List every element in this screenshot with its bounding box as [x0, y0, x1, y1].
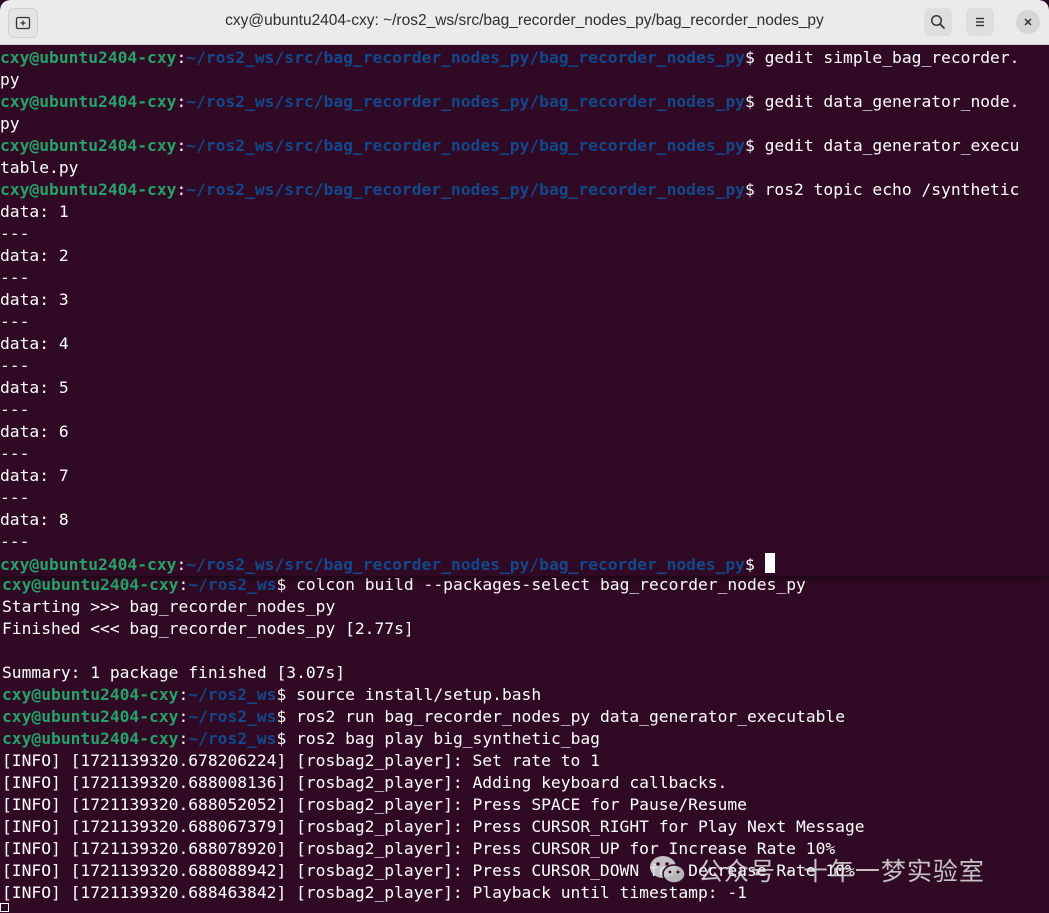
window-title: cxy@ubuntu2404-cxy: ~/ros2_ws/src/bag_re… [225, 12, 824, 29]
watermark-text: 公众号 · 十年一梦实验室 [698, 857, 985, 886]
prompt-path: ~/ros2_ws/src/bag_recorder_nodes_py/bag_… [186, 180, 745, 199]
prompt-line: cxy@ubuntu2404-cxy:~/ros2_ws/src/bag_rec… [0, 91, 1049, 113]
prompt-separator: : [178, 707, 189, 726]
output-line: [INFO] [1721139320.688052052] [rosbag2_p… [2, 795, 747, 814]
prompt-path: ~/ros2_ws [188, 575, 277, 594]
command-text: $ source install/setup.bash [276, 685, 542, 704]
prompt-user: cxy@ubuntu2404-cxy [0, 180, 177, 199]
prompt-separator: : [178, 575, 189, 594]
output-line: data: 4 [0, 334, 69, 353]
output-line: data: 7 [0, 466, 69, 485]
prompt-path: ~/ros2_ws [188, 707, 277, 726]
output-line: [INFO] [1721139320.678206224] [rosbag2_p… [2, 751, 600, 770]
scroll-indicator [0, 903, 9, 912]
watermark: 公众号 · 十年一梦实验室 [648, 850, 985, 890]
output-line: [INFO] [1721139320.688008136] [rosbag2_p… [2, 773, 728, 792]
prompt-user: cxy@ubuntu2404-cxy [0, 555, 177, 574]
output-line: Finished <<< bag_recorder_nodes_py [2.77… [2, 619, 414, 638]
output-line: --- [0, 444, 30, 463]
prompt-line: cxy@ubuntu2404-cxy:~/ros2_ws$ colcon bui… [2, 574, 1049, 596]
output-line: data: 6 [0, 422, 69, 441]
prompt-user: cxy@ubuntu2404-cxy [2, 685, 179, 704]
output-line: data: 1 [0, 202, 69, 221]
search-button[interactable] [924, 8, 952, 36]
prompt-separator: : [176, 48, 187, 67]
prompt-separator: : [178, 729, 189, 748]
output-line: --- [0, 312, 30, 331]
output-line: table.py [0, 158, 79, 177]
prompt-user: cxy@ubuntu2404-cxy [0, 92, 177, 111]
prompt-line: cxy@ubuntu2404-cxy:~/ros2_ws/src/bag_rec… [0, 553, 1049, 575]
prompt-user: cxy@ubuntu2404-cxy [0, 136, 177, 155]
prompt-user: cxy@ubuntu2404-cxy [2, 729, 179, 748]
wechat-icon [650, 856, 686, 884]
output-line: --- [0, 532, 30, 551]
prompt-line: cxy@ubuntu2404-cxy:~/ros2_ws/src/bag_rec… [0, 47, 1049, 69]
output-line: data: 2 [0, 246, 69, 265]
prompt-separator: : [176, 555, 187, 574]
command-text: $ gedit data_generator_node. [745, 92, 1020, 111]
prompt-user: cxy@ubuntu2404-cxy [0, 48, 177, 67]
prompt-separator: : [176, 92, 187, 111]
prompt-line: cxy@ubuntu2404-cxy:~/ros2_ws/src/bag_rec… [0, 135, 1049, 157]
titlebar[interactable]: cxy@ubuntu2404-cxy: ~/ros2_ws/src/bag_re… [0, 0, 1049, 45]
prompt-line: cxy@ubuntu2404-cxy:~/ros2_ws/src/bag_rec… [0, 179, 1049, 201]
output-line: Summary: 1 package finished [3.07s] [2, 663, 346, 682]
output-line: --- [0, 268, 30, 287]
output-line: Starting >>> bag_recorder_nodes_py [2, 597, 336, 616]
foreground-terminal-window[interactable]: cxy@ubuntu2404-cxy: ~/ros2_ws/src/bag_re… [0, 0, 1049, 576]
close-icon [1024, 18, 1032, 26]
output-line: data: 5 [0, 378, 69, 397]
desktop: cxy@ubuntu2404-cxy:~/ros2_ws$ colcon bui… [0, 0, 1049, 913]
output-line: py [0, 70, 20, 89]
output-line: [INFO] [1721139320.688067379] [rosbag2_p… [2, 817, 865, 836]
output-line: data: 3 [0, 290, 69, 309]
prompt-path: ~/ros2_ws/src/bag_recorder_nodes_py/bag_… [186, 136, 745, 155]
prompt-separator: : [178, 685, 189, 704]
prompt-path: ~/ros2_ws [188, 685, 277, 704]
prompt-path: ~/ros2_ws/src/bag_recorder_nodes_py/bag_… [186, 92, 745, 111]
prompt-path: ~/ros2_ws/src/bag_recorder_nodes_py/bag_… [186, 555, 745, 574]
prompt-user: cxy@ubuntu2404-cxy [2, 707, 179, 726]
output-line: --- [0, 224, 30, 243]
prompt-user: cxy@ubuntu2404-cxy [2, 575, 179, 594]
command-text: $ ros2 run bag_recorder_nodes_py data_ge… [276, 707, 846, 726]
command-text: $ gedit data_generator_execu [745, 136, 1020, 155]
hamburger-menu-icon [976, 17, 984, 27]
command-text: $ colcon build --packages-select bag_rec… [276, 575, 806, 594]
search-icon [930, 14, 946, 30]
foreground-terminal-output: cxy@ubuntu2404-cxy:~/ros2_ws/src/bag_rec… [0, 47, 1049, 575]
output-line: --- [0, 356, 30, 375]
prompt-line: cxy@ubuntu2404-cxy:~/ros2_ws$ source ins… [2, 684, 1049, 706]
menu-button[interactable] [966, 8, 994, 36]
prompt-separator: : [176, 180, 187, 199]
close-button[interactable] [1016, 10, 1040, 34]
prompt-path: ~/ros2_ws/src/bag_recorder_nodes_py/bag_… [186, 48, 745, 67]
command-text: $ ros2 bag play big_synthetic_bag [276, 729, 600, 748]
command-text: $ gedit simple_bag_recorder. [745, 48, 1020, 67]
output-line: data: 8 [0, 510, 69, 529]
command-text: $ ros2 topic echo /synthetic [745, 180, 1020, 199]
prompt-line: cxy@ubuntu2404-cxy:~/ros2_ws$ ros2 bag p… [2, 728, 1049, 750]
prompt-separator: : [176, 136, 187, 155]
prompt-line: cxy@ubuntu2404-cxy:~/ros2_ws$ ros2 run b… [2, 706, 1049, 728]
command-text: $ [745, 555, 765, 574]
output-line: --- [0, 488, 30, 507]
output-line: --- [0, 400, 30, 419]
prompt-path: ~/ros2_ws [188, 729, 277, 748]
output-line: py [0, 114, 20, 133]
terminal-cursor [764, 553, 775, 573]
